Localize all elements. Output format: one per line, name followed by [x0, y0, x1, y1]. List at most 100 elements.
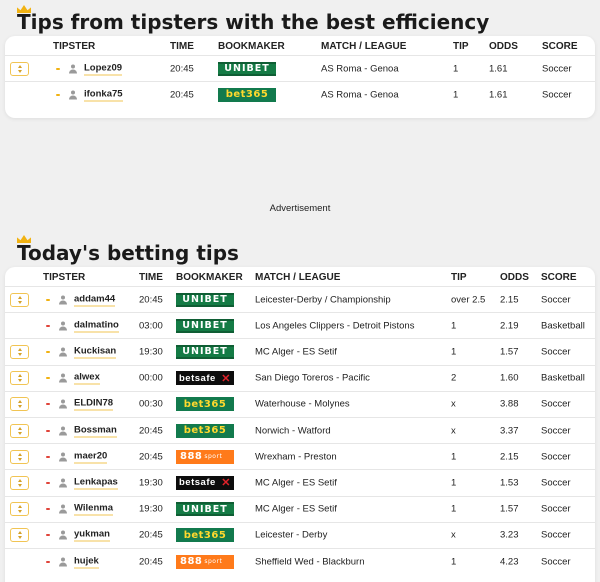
match-cell[interactable]: Waterhouse - Molynes [255, 399, 350, 410]
odds-cell: 3.88 [500, 398, 519, 410]
vote-arrows-button[interactable] [10, 397, 29, 412]
betsafe-x-icon: ✕ [221, 372, 231, 385]
time-cell: 03:00 [139, 320, 163, 332]
vote-arrows-button[interactable] [10, 292, 29, 307]
bookmaker-logo[interactable]: UNIBET [176, 344, 234, 359]
header-tip: TIP [453, 41, 469, 52]
tipster-link[interactable]: ifonka75 [84, 88, 123, 101]
score-cell: Soccer [541, 346, 571, 358]
trend-up-icon [46, 350, 50, 353]
user-icon [59, 530, 67, 540]
odds-cell: 1.61 [489, 63, 508, 74]
time-cell: 19:30 [139, 503, 163, 515]
header-tipster: TIPSTER [43, 272, 86, 283]
tipster-link[interactable]: Wilenma [74, 503, 113, 516]
tip-cell: 1 [453, 63, 459, 74]
match-cell[interactable]: Leicester-Derby / Championship [255, 294, 391, 305]
bookmaker-logo[interactable]: betsafe ✕ [176, 475, 234, 490]
table-row[interactable]: Wilenma 19:30 UNIBET MC Alger - ES Setif 1 1.… [5, 495, 595, 522]
bookmaker-logo[interactable]: 888sport888sport [176, 554, 234, 569]
header-odds: ODDS [489, 41, 518, 52]
vote-arrows-button[interactable] [10, 502, 29, 517]
bookmaker-logo[interactable]: bet365 [218, 87, 276, 102]
tipster-link[interactable]: hujek [74, 555, 99, 569]
match-cell[interactable]: AS Roma - Genoa [321, 63, 399, 74]
header-bookmaker: BOOKMAKER [218, 41, 285, 52]
match-cell[interactable]: AS Roma - Genoa [321, 89, 399, 100]
tipster-link[interactable]: Bossman [74, 424, 117, 438]
user-icon [59, 399, 67, 409]
bookmaker-logo[interactable]: bet365 [176, 423, 234, 438]
bookmaker-logo[interactable]: bet365 [176, 397, 234, 412]
match-cell[interactable]: Norwich - Watford [255, 425, 331, 436]
vote-arrows-button[interactable] [10, 423, 29, 438]
tipster-link[interactable]: Lopez09 [84, 62, 123, 75]
bookmaker-name: betsafe [179, 372, 216, 384]
odds-cell: 1.61 [489, 89, 508, 100]
bookmaker-logo[interactable]: 888sport888sport [176, 449, 234, 464]
odds-cell: 1.57 [500, 503, 519, 515]
tipster-link[interactable]: yukman [74, 529, 110, 542]
match-cell[interactable]: MC Alger - ES Setif [255, 504, 337, 515]
tipster-link[interactable]: Kuckisan [74, 345, 117, 359]
score-cell: Soccer [541, 398, 571, 410]
tip-cell: 2 [451, 372, 457, 384]
match-cell[interactable]: Los Angeles Clippers - Detroit Pistons [255, 320, 414, 331]
table-row[interactable]: Bossman 20:45 bet365 Norwich - Watford x 3.37… [5, 417, 595, 443]
table-row[interactable]: addam44 20:45 UNIBET Leicester-Derby / Cham… [5, 286, 595, 312]
bookmaker-name: UNIBET [182, 346, 228, 358]
trend-down-icon [46, 429, 50, 432]
match-cell[interactable]: Wrexham - Preston [255, 451, 337, 462]
table-row[interactable]: dalmatino 03:00 UNIBET Los Angeles Clippers… [5, 312, 595, 338]
match-cell[interactable]: MC Alger - ES Setif [255, 346, 337, 357]
vote-arrows-button[interactable] [10, 371, 29, 386]
trend-down-icon [46, 560, 50, 563]
header-time: TIME [139, 272, 163, 283]
table-row[interactable]: alwex 00:00 betsafe ✕ San Diego Toreros - Pa… [5, 364, 595, 391]
tip-cell: 1 [453, 89, 459, 100]
header-bookmaker: BOOKMAKER [176, 272, 243, 283]
table-row[interactable]: ELDIN78 00:30 bet365 Waterhouse - Molynes x 3… [5, 390, 595, 417]
table-row[interactable]: Kuckisan 19:30 UNIBET MC Alger - ES Setif 1 1… [5, 338, 595, 364]
match-cell[interactable]: Leicester - Derby [255, 530, 327, 541]
tipster-link[interactable]: maer20 [74, 450, 108, 464]
time-cell: 20:45 [170, 89, 194, 100]
bookmaker-logo[interactable]: UNIBET [218, 61, 276, 76]
table-row[interactable]: Lenkapas 19:30 betsafe ✕ MC Alger - ES Setif… [5, 469, 595, 495]
tip-cell: over 2.5 [451, 294, 486, 306]
header-match: MATCH / LEAGUE [255, 272, 341, 283]
match-cell[interactable]: San Diego Toreros - Pacific [255, 373, 370, 384]
tipster-link[interactable]: Lenkapas [74, 476, 118, 490]
tip-cell: 1 [451, 556, 457, 568]
bookmaker-logo[interactable]: UNIBET [176, 292, 234, 307]
table-row[interactable]: Lopez09 20:45 UNIBET AS Roma - Genoa 1 1.61 So… [5, 55, 595, 81]
table-row[interactable]: hujek 20:45 888sport888sport Sheffield Wed … [5, 548, 595, 574]
tip-cell: 1 [451, 320, 457, 332]
vote-arrows-button[interactable] [10, 528, 29, 543]
tipster-link[interactable]: dalmatino [74, 319, 119, 333]
time-cell: 19:30 [139, 346, 163, 358]
vote-arrows-button[interactable] [10, 449, 29, 464]
vote-arrows-button[interactable] [10, 475, 29, 490]
bookmaker-logo[interactable]: betsafe ✕ [176, 371, 234, 386]
bookmaker-name: betsafe [179, 477, 216, 489]
tipster-link[interactable]: ELDIN78 [74, 398, 114, 411]
table-row[interactable]: yukman 20:45 bet365 Leicester - Derby x 3.23 S… [5, 521, 595, 548]
trend-down-icon [46, 508, 50, 511]
bookmaker-name: bet365 [183, 425, 227, 437]
match-cell[interactable]: Sheffield Wed - Blackburn [255, 556, 365, 567]
score-cell: Soccer [541, 294, 571, 306]
bookmaker-logo[interactable]: bet365 [176, 528, 234, 543]
bookmaker-logo[interactable]: UNIBET [176, 318, 234, 333]
tipster-link[interactable]: addam44 [74, 293, 116, 307]
match-cell[interactable]: MC Alger - ES Setif [255, 477, 337, 488]
bookmaker-logo[interactable]: UNIBET [176, 502, 234, 517]
user-icon [59, 557, 67, 567]
score-cell: Basketball [541, 320, 585, 332]
table-row[interactable]: maer20 20:45 888sport888sport Wrexham - Pre… [5, 443, 595, 469]
tipster-link[interactable]: alwex [74, 372, 100, 385]
vote-arrows-button[interactable] [10, 61, 29, 76]
header-tipster: TIPSTER [53, 41, 96, 52]
vote-arrows-button[interactable] [10, 344, 29, 359]
table-row[interactable]: ifonka75 20:45 bet365 AS Roma - Genoa 1 1.61 S… [5, 81, 595, 107]
